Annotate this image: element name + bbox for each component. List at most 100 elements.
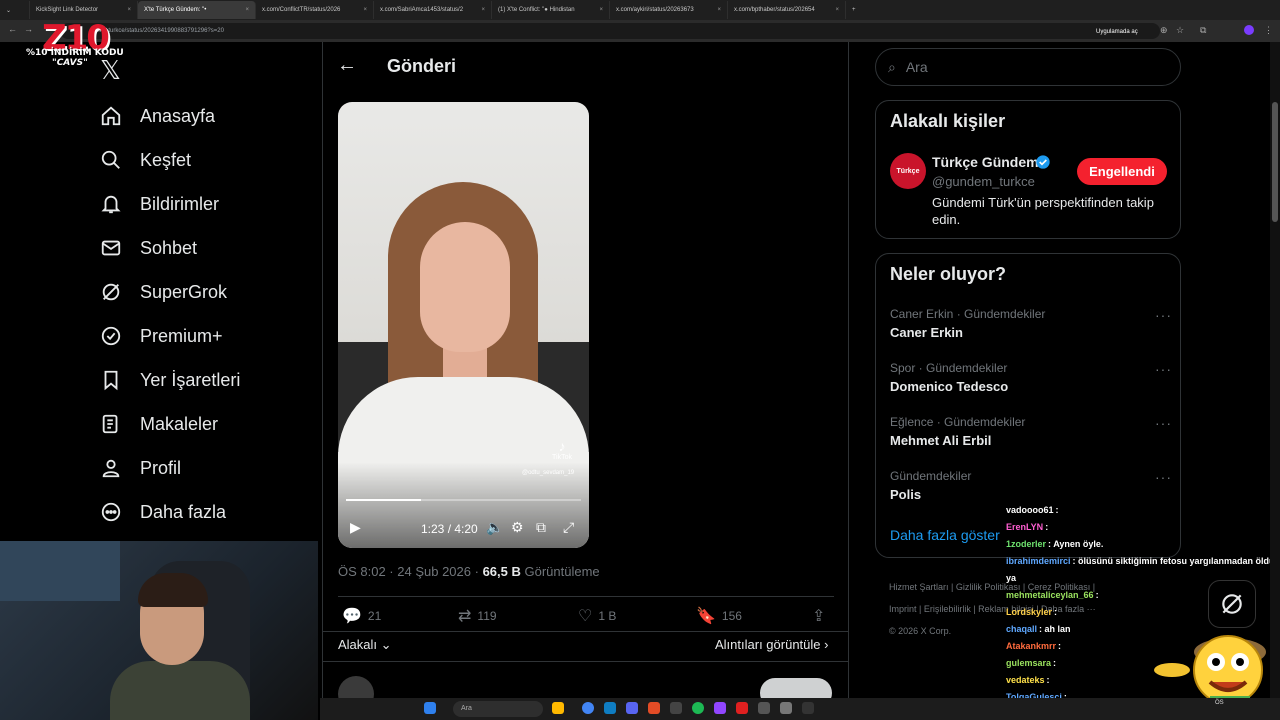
trend-item[interactable]: Gündemdekiler Polis ··· xyxy=(890,469,1172,502)
more-options-icon[interactable]: ··· xyxy=(1155,307,1172,323)
browser-tab[interactable]: x.com/SabriAmca1453/status/2 × xyxy=(374,1,492,19)
view-quotes-link[interactable]: Alıntıları görüntüle › xyxy=(715,637,828,652)
chat-text: : xyxy=(1046,675,1050,685)
sidebar-item-premium[interactable]: Premium+ xyxy=(100,314,240,358)
sidebar-item-label: Sohbet xyxy=(140,237,198,258)
reply-button[interactable]: 💬 21 xyxy=(342,606,381,626)
repost-button[interactable]: ⇄ 119 xyxy=(458,606,497,626)
address-bar[interactable]: ndem_turkce/status/2026341990883791296?s… xyxy=(60,23,1160,39)
spotify-icon[interactable] xyxy=(692,702,704,714)
more-options-icon[interactable]: ··· xyxy=(1155,469,1172,485)
chat-username[interactable]: Atakankmrr xyxy=(1006,641,1056,651)
discord-icon[interactable] xyxy=(626,702,638,714)
sidebar-item-explore[interactable]: Keşfet xyxy=(100,138,240,182)
sidebar-item-home[interactable]: Anasayfa xyxy=(100,94,240,138)
chat-username[interactable]: vedateks xyxy=(1006,675,1045,685)
browser-tab[interactable]: KickSight Link Detector × xyxy=(30,1,138,19)
extensions-icon[interactable]: ⧉ xyxy=(1200,25,1206,36)
profile-avatar[interactable] xyxy=(1244,25,1254,35)
open-in-app-button[interactable]: Uygulamada aç xyxy=(1092,26,1142,38)
app-icon[interactable] xyxy=(780,702,792,714)
volume-icon[interactable]: 🔈 xyxy=(486,519,503,536)
close-icon[interactable]: × xyxy=(599,7,603,13)
bookmark-button[interactable]: 🔖 156 xyxy=(696,606,742,626)
edge-icon[interactable] xyxy=(604,702,616,714)
browser-tab[interactable]: x.com/bpthaber/status/202654 × xyxy=(728,1,846,19)
close-icon[interactable]: × xyxy=(835,7,839,13)
close-icon[interactable]: × xyxy=(481,7,485,13)
chat-username[interactable]: Lordskyler xyxy=(1006,607,1052,617)
scrollbar-thumb[interactable] xyxy=(1272,102,1278,222)
avatar[interactable]: Türkçe xyxy=(890,153,926,189)
menu-icon[interactable]: ⋮ xyxy=(1264,25,1273,36)
close-icon[interactable]: × xyxy=(363,7,367,13)
browser-tab[interactable]: x.com/aykiri/status/20263673 × xyxy=(610,1,728,19)
back-nav-icon[interactable]: ← xyxy=(8,24,17,34)
blocked-button[interactable]: Engellendi xyxy=(1077,158,1167,185)
app-icon[interactable] xyxy=(670,702,682,714)
x-logo-icon[interactable]: 𝕏 xyxy=(100,56,121,86)
more-options-icon[interactable]: ··· xyxy=(1155,361,1172,377)
explorer-icon[interactable] xyxy=(552,702,564,714)
video-player[interactable]: ♪ TikTok @odtu_sevdam_19 ▶ 1:23 / 4:20 🔈… xyxy=(338,102,589,548)
close-icon[interactable]: × xyxy=(245,7,249,13)
sidebar-item-articles[interactable]: Makaleler xyxy=(100,402,240,446)
star-icon[interactable]: ☆ xyxy=(1176,25,1184,36)
page-scrollbar[interactable] xyxy=(1270,42,1280,702)
chat-username[interactable]: ibrahimdemirci xyxy=(1006,556,1071,566)
app-icon[interactable] xyxy=(802,702,814,714)
sidebar-item-supergrok[interactable]: SuperGrok xyxy=(100,270,240,314)
chrome-icon[interactable] xyxy=(582,702,594,714)
sort-dropdown[interactable]: Alakalı ⌄ xyxy=(338,637,392,653)
sidebar-item-more[interactable]: Daha fazla xyxy=(100,490,240,534)
grok-icon xyxy=(102,283,120,301)
sidebar-item-bookmarks[interactable]: Yer İşaretleri xyxy=(100,358,240,402)
back-arrow-icon[interactable]: ← xyxy=(337,54,357,77)
browser-tab[interactable]: (1) X'te Conflict: "● Hindistan × xyxy=(492,1,610,19)
app-icon[interactable] xyxy=(736,702,748,714)
taskbar-search-input[interactable]: Ara xyxy=(453,701,543,717)
fullscreen-icon[interactable]: ⤢ xyxy=(563,519,574,536)
chat-username[interactable]: vadoooo61 xyxy=(1006,505,1054,515)
browser-tab-active[interactable]: X'te Türkçe Gündem: "• × xyxy=(138,1,256,19)
trend-name: Mehmet Ali Erbil xyxy=(890,433,992,448)
chat-username[interactable]: ErenLYN xyxy=(1006,522,1043,532)
app-icon[interactable] xyxy=(648,702,660,714)
browser-tab[interactable]: x.com/ConflictTR/status/2026 × xyxy=(256,1,374,19)
video-controls: ▶ 1:23 / 4:20 🔈 ⚙ ⧉ ⤢ xyxy=(338,516,589,540)
settings-gear-icon[interactable]: ⚙ xyxy=(511,519,524,536)
twitch-icon[interactable] xyxy=(714,702,726,714)
close-icon[interactable]: × xyxy=(717,7,721,13)
show-more-link[interactable]: Daha fazla göster xyxy=(890,527,1000,543)
like-button[interactable]: ♡ 1 B xyxy=(578,606,616,626)
post-action-bar: 💬 21 ⇄ 119 ♡ 1 B 🔖 156 ⇪ xyxy=(338,606,834,628)
share-icon: ⇪ xyxy=(812,608,826,625)
chat-username[interactable]: mehmetaliceylan_66 xyxy=(1006,590,1094,600)
tab-menu-button[interactable]: ⌄ xyxy=(0,1,30,19)
play-icon[interactable]: ▶ xyxy=(350,519,361,536)
video-progress-bar[interactable] xyxy=(346,499,581,501)
sidebar-item-messages[interactable]: Sohbet xyxy=(100,226,240,270)
more-options-icon[interactable]: ··· xyxy=(1155,415,1172,431)
sidebar-item-notifications[interactable]: Bildirimler xyxy=(100,182,240,226)
pip-icon[interactable]: ⧉ xyxy=(536,519,546,536)
trend-item[interactable]: Eğlence · Gündemdekiler Mehmet Ali Erbil… xyxy=(890,415,1172,448)
chat-username[interactable]: gulemsara xyxy=(1006,658,1051,668)
share-button[interactable]: ⇪ xyxy=(812,606,825,626)
person-handle: @gundem_turkce xyxy=(932,174,1035,189)
sidebar-item-profile[interactable]: Profil xyxy=(100,446,240,490)
close-icon[interactable]: × xyxy=(127,7,131,13)
trend-item[interactable]: Caner Erkin · Gündemdekiler Caner Erkin … xyxy=(890,307,1172,340)
chat-username[interactable]: chaqall xyxy=(1006,624,1037,634)
trend-name: Polis xyxy=(890,487,922,502)
start-icon[interactable] xyxy=(424,702,436,714)
person-icon xyxy=(102,459,120,478)
chat-username[interactable]: 1zoderler xyxy=(1006,539,1046,549)
trend-item[interactable]: Spor · Gündemdekiler Domenico Tedesco ··… xyxy=(890,361,1172,394)
search-input[interactable]: ⌕ Ara xyxy=(875,48,1181,86)
new-tab-button[interactable]: + xyxy=(846,1,866,19)
post-timestamp[interactable]: ÖS 8:02 · 24 Şub 2026 · xyxy=(338,564,479,579)
person-name[interactable]: Türkçe Gündem xyxy=(932,154,1039,170)
zoom-icon[interactable]: ⊕ xyxy=(1160,25,1168,36)
app-icon[interactable] xyxy=(758,702,770,714)
